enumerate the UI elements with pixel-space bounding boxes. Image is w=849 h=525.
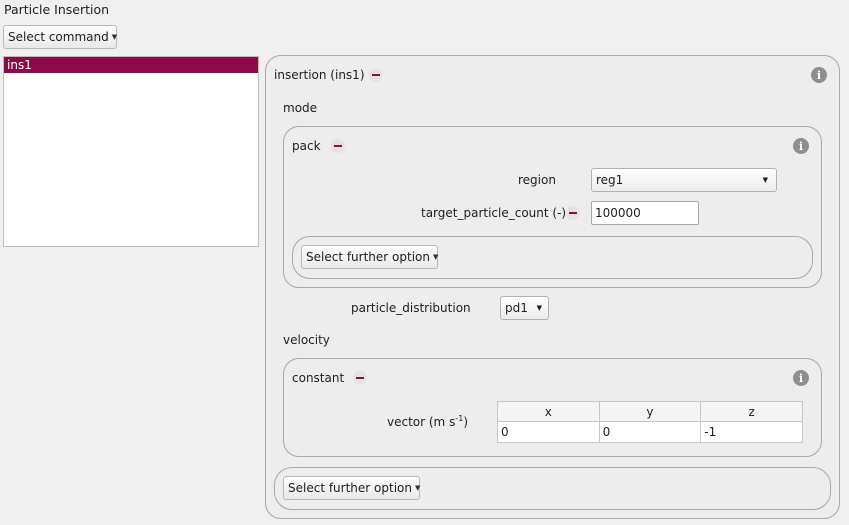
list-item-label: ins1 — [7, 58, 32, 72]
info-icon[interactable]: i — [793, 138, 809, 154]
remove-insertion-icon[interactable] — [369, 68, 383, 82]
pack-further-option-label: Select further option — [306, 250, 430, 264]
target-particle-count-value: 100000 — [595, 206, 641, 220]
pack-label: pack — [292, 139, 321, 153]
insertion-further-option-label: Select further option — [288, 481, 412, 495]
vector-label: vector (m s-1) — [387, 414, 468, 429]
chevron-down-icon: ▼ — [536, 304, 542, 312]
insertion-select-further-option-button[interactable]: Select further option ▼ — [283, 476, 420, 500]
mode-label: mode — [283, 101, 318, 115]
table-row: 0 0 -1 — [497, 421, 803, 443]
region-select[interactable]: reg1 ▼ — [591, 168, 777, 192]
vector-column-z: z — [700, 401, 803, 422]
select-command-label: Select command — [8, 30, 109, 44]
caret-down-icon: ▼ — [414, 484, 421, 492]
page-title: Particle Insertion — [4, 2, 110, 17]
select-command-button[interactable]: Select command ▼ — [3, 25, 117, 49]
list-item[interactable]: ins1 — [4, 57, 258, 73]
caret-down-icon: ▼ — [111, 33, 118, 41]
target-particle-count-input[interactable]: 100000 — [591, 201, 699, 225]
velocity-label: velocity — [283, 333, 330, 347]
remove-pack-icon[interactable] — [331, 139, 345, 153]
particle-distribution-label: particle_distribution — [351, 301, 471, 315]
info-icon[interactable]: i — [811, 67, 827, 83]
vector-column-x: x — [497, 401, 600, 422]
remove-constant-icon[interactable] — [353, 371, 367, 385]
constant-label: constant — [292, 371, 345, 385]
chevron-down-icon: ▼ — [762, 176, 768, 184]
vector-column-y: y — [598, 401, 702, 422]
target-particle-count-label: target_particle_count (-) — [421, 206, 567, 220]
vector-x-cell[interactable]: 0 — [497, 421, 600, 443]
vector-table: x y z 0 0 -1 — [497, 401, 803, 443]
particle-distribution-select[interactable]: pd1 ▼ — [500, 296, 549, 320]
vector-label-close: ) — [463, 415, 468, 429]
insertion-label: insertion (ins1) — [274, 68, 365, 82]
info-icon[interactable]: i — [793, 370, 809, 386]
remove-target-particle-count-icon[interactable] — [566, 206, 580, 220]
vector-y-cell[interactable]: 0 — [598, 421, 702, 443]
caret-down-icon: ▼ — [432, 253, 439, 261]
particle-distribution-value: pd1 — [505, 301, 528, 315]
region-label: region — [518, 173, 556, 187]
pack-select-further-option-button[interactable]: Select further option ▼ — [301, 245, 438, 269]
region-value: reg1 — [596, 173, 624, 187]
insertion-list[interactable]: ins1 — [3, 56, 259, 247]
vector-label-text: vector (m s — [387, 415, 456, 429]
vector-z-cell[interactable]: -1 — [700, 421, 803, 443]
